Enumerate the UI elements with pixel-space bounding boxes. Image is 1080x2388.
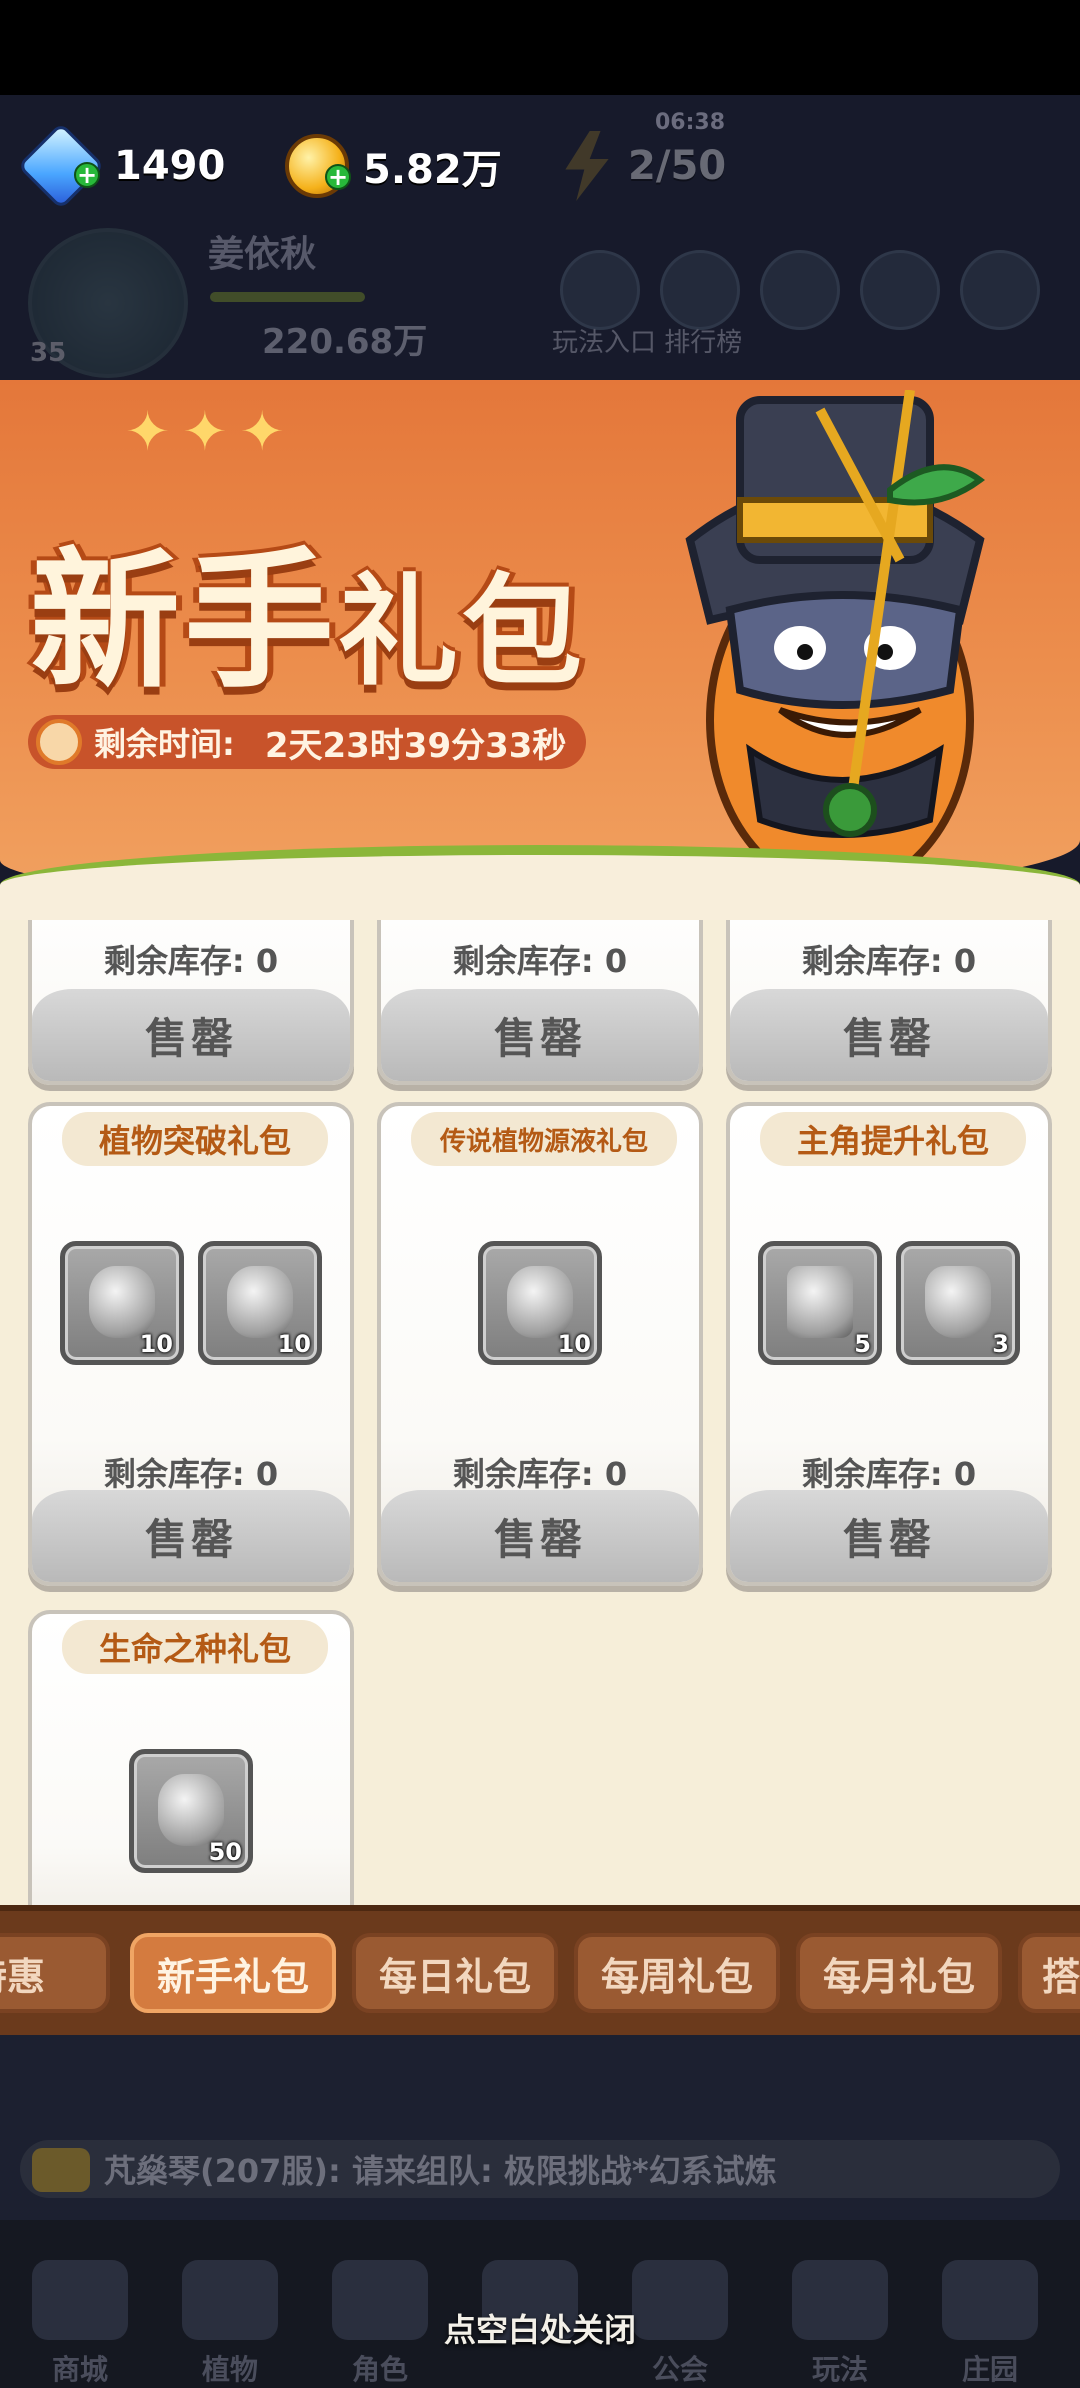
gold-amount: 5.82万 <box>363 147 502 193</box>
gem-amount: 1490 <box>114 143 226 189</box>
item-qty: 50 <box>208 1838 242 1866</box>
tab-special[interactable]: 特惠 <box>0 1933 110 2013</box>
potion-icon[interactable]: 10 <box>198 1241 322 1365</box>
item-qty: 10 <box>557 1330 591 1358</box>
gem-counter[interactable]: + 1490 <box>17 118 226 214</box>
sold-out-button[interactable]: 售罄 <box>32 1490 350 1582</box>
stock-text: 剩余库存: 0 <box>103 942 279 980</box>
banner-title-b: 礼包 <box>338 561 587 702</box>
stock-text: 剩余库存: 0 <box>103 1455 279 1493</box>
bottom-nav: 商城 植物 角色 公会 玩法 庄园 <box>0 2220 1080 2388</box>
stock-text: 剩余库存: 0 <box>452 942 628 980</box>
clock-icon <box>36 719 82 765</box>
potion-icon[interactable]: 10 <box>478 1241 602 1365</box>
sold-out-button[interactable]: 售罄 <box>32 989 350 1081</box>
item-qty: 3 <box>992 1330 1009 1358</box>
add-gold-icon[interactable]: + <box>325 163 351 191</box>
nav-label: 玩法 <box>811 2353 868 2386</box>
ranking-icon[interactable] <box>660 250 740 330</box>
category-tabs: 特惠 新手礼包 每日礼包 每周礼包 每月礼包 搭 <box>0 1905 1080 2035</box>
potion-icon[interactable]: 10 <box>60 1241 184 1365</box>
item-qty: 10 <box>277 1330 311 1358</box>
seed-icon[interactable]: 50 <box>129 1749 253 1873</box>
gift-card[interactable]: 剩余库存: 0 售罄 <box>726 920 1052 1085</box>
card-title: 传说植物源液礼包 <box>411 1112 677 1166</box>
screen: + 1490 + 5.82万 2/50 06:38 35 姜依秋 220.68万… <box>0 0 1080 2388</box>
card-title: 主角提升礼包 <box>760 1112 1026 1166</box>
bottle-icon[interactable]: 3 <box>896 1241 1020 1365</box>
countdown-value: 2天23时39分33秒 <box>264 725 567 766</box>
gift-card[interactable]: 剩余库存: 0 售罄 <box>28 920 354 1085</box>
close-hint[interactable]: 点空白处关闭 <box>0 2305 1080 2351</box>
sold-out-button[interactable]: 售罄 <box>381 1490 699 1582</box>
countdown-label: 剩余时间: <box>94 725 235 763</box>
countdown: 剩余时间: 2天23时39分33秒 <box>28 715 587 769</box>
player-name: 姜依秋 <box>208 234 317 275</box>
sold-out-button[interactable]: 售罄 <box>381 989 699 1081</box>
banner-title-a: 新手 <box>30 533 339 709</box>
gift-card-legend-essence[interactable]: 传说植物源液礼包 10 剩余库存: 0 售罄 <box>377 1102 703 1586</box>
menu-icon-1[interactable] <box>760 250 840 330</box>
menu-icon-2[interactable] <box>860 250 940 330</box>
sold-out-button[interactable]: 售罄 <box>730 1490 1048 1582</box>
tab-more[interactable]: 搭 <box>1018 1933 1080 2013</box>
chat-message: 芃燊琴(207服): 请来组队: 极限挑战*幻系试炼 <box>104 2152 777 2190</box>
gamepad-icon[interactable] <box>560 250 640 330</box>
nav-label: 商城 <box>51 2353 108 2386</box>
carrot-mascot-icon <box>685 390 986 890</box>
gold-counter[interactable]: + 5.82万 <box>285 118 502 214</box>
menu-icon-3[interactable] <box>960 250 1040 330</box>
add-gems-icon[interactable]: + <box>74 161 100 189</box>
gift-card-hero-upgrade[interactable]: 主角提升礼包 5 3 剩余库存: 0 售罄 <box>726 1102 1052 1586</box>
chat-ticker[interactable]: 芃燊琴(207服): 请来组队: 极限挑战*幻系试炼 <box>20 2140 1060 2198</box>
gift-pack-list[interactable]: 剩余库存: 0 售罄 剩余库存: 0 售罄 剩余库存: 0 售罄 植物突破礼包 … <box>0 920 1080 1905</box>
nav-label: 植物 <box>201 2353 258 2386</box>
nav-label: 角色 <box>351 2353 408 2386</box>
gift-card[interactable]: 剩余库存: 0 售罄 <box>377 920 703 1085</box>
banner-title: 新手礼包 <box>30 500 586 717</box>
stock-text: 剩余库存: 0 <box>801 1455 977 1493</box>
status-bar <box>0 0 1080 95</box>
tab-daily-pack[interactable]: 每日礼包 <box>352 1933 558 2013</box>
energy-amount: 2/50 <box>628 143 727 189</box>
stars-decoration: ✦✦✦ <box>125 400 297 463</box>
tab-weekly-pack[interactable]: 每周礼包 <box>574 1933 780 2013</box>
nav-label: 公会 <box>651 2353 708 2386</box>
tab-newbie-pack[interactable]: 新手礼包 <box>130 1933 336 2013</box>
stock-text: 剩余库存: 0 <box>801 942 977 980</box>
exp-bar <box>210 292 365 302</box>
stock-text: 剩余库存: 0 <box>452 1455 628 1493</box>
chat-icon <box>32 2148 90 2192</box>
gift-card-plant-breakthrough[interactable]: 植物突破礼包 10 10 剩余库存: 0 售罄 <box>28 1102 354 1586</box>
gift-card-life-seed[interactable]: 生命之种礼包 50 <box>28 1610 354 1905</box>
scroll-icon[interactable]: 5 <box>758 1241 882 1365</box>
item-qty: 5 <box>854 1330 871 1358</box>
nav-label: 庄园 <box>961 2353 1018 2386</box>
tab-monthly-pack[interactable]: 每月礼包 <box>796 1933 1002 2013</box>
item-qty: 10 <box>139 1330 173 1358</box>
sold-out-button[interactable]: 售罄 <box>730 989 1048 1081</box>
energy-icon <box>565 131 609 201</box>
energy-timer: 06:38 <box>655 110 726 135</box>
card-title: 植物突破礼包 <box>62 1112 328 1166</box>
card-title: 生命之种礼包 <box>62 1620 328 1674</box>
newbie-banner: ✦✦✦ 新手礼包 剩余时间: 2天23时39分33秒 <box>0 340 1080 940</box>
